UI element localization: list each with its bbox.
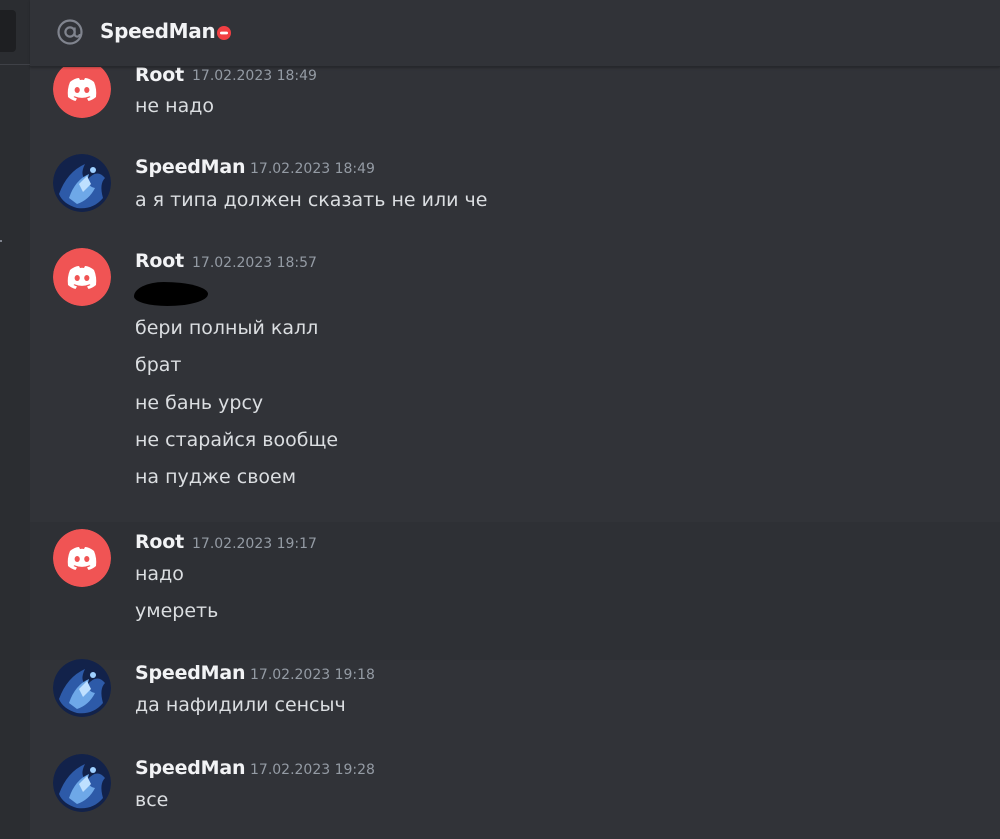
message-text: да нафидили сенсыч bbox=[135, 694, 346, 716]
discord-logo-avatar[interactable] bbox=[53, 529, 111, 587]
message-text: бери полный калл bbox=[135, 317, 319, 339]
message-timestamp: 17.02.2023 18:57 bbox=[192, 255, 317, 271]
message-timestamp: 17.02.2023 19:28 bbox=[250, 762, 375, 778]
message-text: брат bbox=[135, 354, 182, 376]
blue-character-avatar[interactable] bbox=[53, 754, 111, 812]
message-text: не надо bbox=[135, 95, 214, 117]
message-text: надо bbox=[135, 563, 184, 585]
message-timestamp: 17.02.2023 19:18 bbox=[250, 667, 375, 683]
message-list: Root 17.02.2023 18:49 не надо SpeedMan 1… bbox=[30, 60, 1000, 839]
message-author[interactable]: Root bbox=[135, 250, 184, 272]
sidebar-search-box[interactable] bbox=[0, 10, 16, 52]
message-author[interactable]: SpeedMan bbox=[135, 156, 246, 178]
at-sign-icon bbox=[57, 19, 83, 45]
message-author[interactable]: SpeedMan bbox=[135, 662, 246, 684]
message-group: Root 17.02.2023 18:57 бери полный калл б… bbox=[30, 243, 1000, 503]
redacted-text-scribble bbox=[134, 282, 208, 306]
dm-chat-window: SpeedMan Root 17.02.2023 18:49 не надо S… bbox=[0, 0, 1000, 839]
message-text: на пудже своем bbox=[135, 466, 297, 488]
message-text: не бань урсу bbox=[135, 392, 264, 414]
message-timestamp: 17.02.2023 19:17 bbox=[192, 536, 317, 552]
message-group: SpeedMan 17.02.2023 19:28 все bbox=[30, 749, 1000, 824]
message-author[interactable]: Root bbox=[135, 64, 184, 86]
message-timestamp: 17.02.2023 18:49 bbox=[192, 68, 317, 84]
message-group: SpeedMan 17.02.2023 18:49 а я типа долже… bbox=[30, 149, 1000, 219]
sidebar-marker bbox=[0, 240, 2, 242]
discord-logo-avatar[interactable] bbox=[53, 60, 111, 118]
discord-logo-avatar[interactable] bbox=[53, 248, 111, 306]
channel-header: SpeedMan bbox=[30, 0, 1000, 67]
message-group: SpeedMan 17.02.2023 19:18 да нафидили се… bbox=[30, 654, 1000, 724]
sidebar bbox=[0, 0, 30, 839]
dm-recipient-name[interactable]: SpeedMan bbox=[100, 19, 216, 43]
blue-character-avatar[interactable] bbox=[53, 154, 111, 212]
message-text: умереть bbox=[135, 600, 219, 622]
message-author[interactable]: Root bbox=[135, 531, 184, 553]
message-timestamp: 17.02.2023 18:49 bbox=[250, 161, 375, 177]
message-text: не старайся вообще bbox=[135, 429, 339, 451]
blue-character-avatar[interactable] bbox=[53, 659, 111, 717]
message-text: все bbox=[135, 789, 169, 811]
sidebar-divider bbox=[0, 64, 30, 65]
message-group: Root 17.02.2023 19:17 надо умереть bbox=[30, 522, 1000, 660]
message-text: а я типа должен сказать не или че bbox=[135, 189, 488, 211]
do-not-disturb-icon bbox=[217, 26, 231, 40]
message-author[interactable]: SpeedMan bbox=[135, 757, 246, 779]
message-group: Root 17.02.2023 18:49 не надо bbox=[30, 60, 1000, 137]
